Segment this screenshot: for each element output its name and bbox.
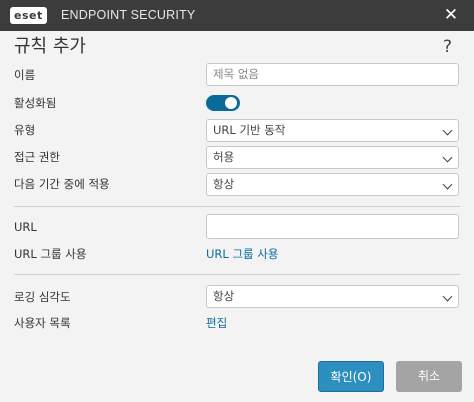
url-group-link[interactable]: URL 그룹 사용 (206, 246, 278, 262)
dialog-title: 규칙 추가 (14, 36, 86, 57)
close-icon[interactable]: ✕ (442, 6, 460, 24)
type-select[interactable]: URL 기반 동작 (206, 119, 459, 142)
log-severity-value: 항상 (213, 289, 235, 303)
url-label: URL (14, 220, 37, 234)
apply-period-select[interactable]: 항상 (206, 173, 459, 196)
url-group-label: URL 그룹 사용 (14, 247, 87, 261)
user-list-label: 사용자 목록 (14, 316, 71, 330)
logo-text: eset (10, 7, 47, 24)
enabled-label: 활성화됨 (14, 96, 57, 110)
cancel-button[interactable]: 취소 (396, 361, 462, 392)
divider (14, 274, 460, 275)
log-severity-label: 로깅 심각도 (14, 290, 71, 304)
log-severity-select[interactable]: 항상 (206, 285, 459, 308)
chevron-down-icon (442, 125, 453, 136)
name-input[interactable]: 제목 없음 (206, 63, 459, 86)
url-input[interactable] (206, 214, 459, 239)
name-label: 이름 (14, 68, 36, 82)
toggle-knob (225, 97, 237, 109)
app-title: ENDPOINT SECURITY (61, 8, 196, 22)
type-label: 유형 (14, 123, 36, 137)
apply-period-value: 항상 (213, 177, 235, 191)
title-bar: eset ENDPOINT SECURITY ✕ (0, 0, 474, 31)
eset-logo: eset (10, 7, 47, 24)
user-list-edit-link[interactable]: 편집 (206, 315, 227, 331)
chevron-down-icon (442, 152, 453, 163)
chevron-down-icon (442, 291, 453, 302)
access-select[interactable]: 허용 (206, 146, 459, 169)
divider (14, 206, 460, 207)
type-value: URL 기반 동작 (213, 123, 286, 137)
chevron-down-icon (442, 179, 453, 190)
access-label: 접근 권한 (14, 150, 60, 164)
enabled-toggle[interactable] (206, 95, 240, 111)
help-icon[interactable]: ? (443, 36, 452, 58)
ok-button[interactable]: 확인(O) (318, 361, 384, 392)
access-value: 허용 (213, 150, 235, 164)
apply-period-label: 다음 기간 중에 적용 (14, 177, 110, 191)
